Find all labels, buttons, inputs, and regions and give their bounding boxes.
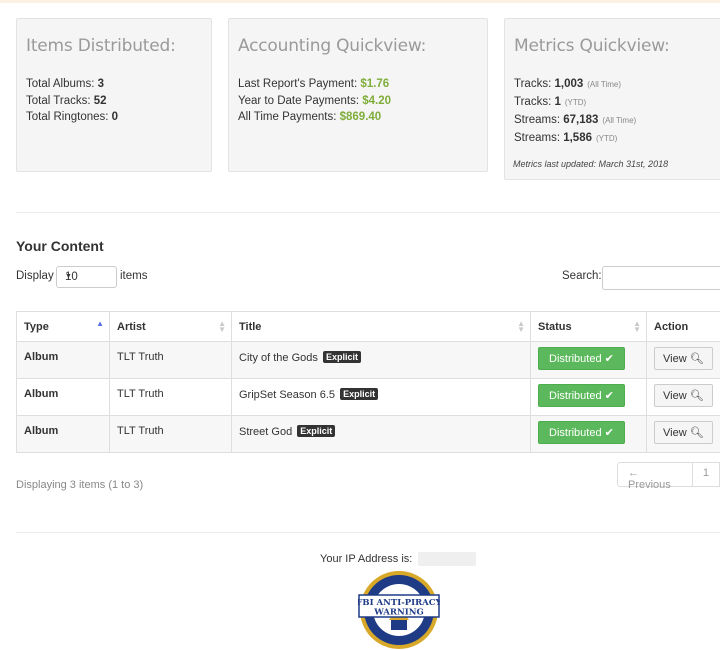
column-header-status[interactable]: Status ▲ ▼ — [530, 311, 647, 342]
panel-title: Metrics Quickview: — [514, 36, 670, 56]
metrics-quickview-panel: Metrics Quickview: Tracks: 1,003 (All Tim… — [504, 18, 720, 180]
search-label: Search: — [562, 270, 602, 282]
status-cell: Distributed ✔ — [530, 415, 647, 453]
seal-line-2: WARNING — [373, 608, 423, 618]
distributed-button[interactable]: Distributed ✔ — [538, 421, 625, 444]
sort-icon: ▲ ▼ — [517, 319, 525, 334]
accounting-quickview-panel: Accounting Quickview: Last Report's Paym… — [228, 18, 488, 172]
seal-emblem — [391, 620, 407, 630]
panel-title: Items Distributed: — [26, 36, 176, 56]
title-cell: Street God Explicit — [231, 415, 531, 453]
magnifier-icon: 🔍︎ — [689, 390, 704, 402]
check-icon: ✔ — [604, 353, 614, 365]
view-button[interactable]: View 🔍︎ — [654, 421, 713, 444]
type-cell: Album — [16, 341, 110, 379]
column-header-title[interactable]: Title ▲ ▼ — [231, 311, 531, 342]
magnifier-icon: 🔍︎ — [689, 353, 704, 365]
action-cell: View 🔍︎ — [646, 378, 720, 416]
all-time-payments-row: All Time Payments: $869.40 — [238, 111, 382, 123]
status-cell: Distributed ✔ — [530, 341, 647, 379]
ytd-payments-row: Year to Date Payments: $4.20 — [238, 95, 392, 107]
items-label: items — [120, 270, 148, 282]
check-icon: ✔ — [604, 427, 614, 439]
last-payment-row: Last Report's Payment: $1.76 — [238, 78, 390, 90]
explicit-badge: Explicit — [297, 425, 336, 437]
display-label: Display — [16, 270, 54, 282]
page-size-select[interactable]: 10 ▼ — [56, 266, 117, 288]
check-icon: ✔ — [604, 390, 614, 402]
previous-page-button[interactable]: ← Previous — [618, 463, 692, 491]
table-row: Album TLT Truth City of the Gods Explici… — [16, 341, 720, 379]
chevron-down-icon: ▼ — [65, 273, 72, 280]
type-cell: Album — [16, 378, 110, 416]
total-tracks-row: Total Tracks: 52 — [26, 95, 107, 107]
view-button[interactable]: View 🔍︎ — [654, 347, 713, 370]
explicit-badge: Explicit — [340, 388, 379, 400]
sort-icon: ▲ ▼ — [218, 319, 226, 334]
table-row: Album TLT Truth GripSet Season 6.5 Expli… — [16, 378, 720, 416]
seal-line-1: FBI ANTI-PIRACY — [358, 598, 440, 608]
table-header-row: Type ▲ Artist ▲ ▼ Title ▲ ▼ Status ▲ ▼ Action — [16, 311, 720, 342]
items-count-text: Displaying 3 items (1 to 3) — [16, 479, 144, 491]
search-input[interactable] — [602, 266, 720, 290]
column-header-artist[interactable]: Artist ▲ ▼ — [109, 311, 232, 342]
metrics-row: Tracks: 1,003 (All Time) — [514, 78, 622, 90]
view-button[interactable]: View 🔍︎ — [654, 384, 713, 407]
pagination: ← Previous 1 — [617, 462, 720, 491]
panel-title: Accounting Quickview: — [238, 36, 427, 56]
total-ringtones-row: Total Ringtones: 0 — [26, 111, 119, 123]
metrics-updated-note: Metrics last updated: March 31st, 2018 — [513, 159, 669, 169]
artist-cell: TLT Truth — [109, 415, 232, 453]
total-albums-row: Total Albums: 3 — [26, 78, 105, 90]
distributed-button[interactable]: Distributed ✔ — [538, 384, 625, 407]
ip-address-redacted — [418, 552, 476, 566]
fbi-anti-piracy-seal: FBI ANTI-PIRACY WARNING — [358, 571, 440, 649]
artist-cell: TLT Truth — [109, 341, 232, 379]
distributed-button[interactable]: Distributed ✔ — [538, 347, 625, 370]
sort-icon: ▲ ▼ — [633, 319, 641, 334]
ip-address-label: Your IP Address is: — [320, 553, 413, 565]
your-content-heading: Your Content — [16, 238, 104, 254]
divider — [16, 212, 720, 213]
type-cell: Album — [16, 415, 110, 453]
divider — [16, 532, 720, 533]
table-row: Album TLT Truth Street God Explicit Dist… — [16, 415, 720, 453]
sort-asc-icon: ▲ — [96, 319, 104, 328]
items-distributed-panel: Items Distributed: Total Albums: 3 Total… — [16, 18, 212, 172]
action-cell: View 🔍︎ — [646, 341, 720, 379]
column-header-action: Action — [646, 311, 720, 342]
metrics-row: Streams: 1,586 (YTD) — [514, 132, 618, 144]
artist-cell: TLT Truth — [109, 378, 232, 416]
top-accent-bar — [0, 0, 720, 3]
column-header-type[interactable]: Type ▲ — [16, 311, 110, 342]
status-cell: Distributed ✔ — [530, 378, 647, 416]
title-cell: City of the Gods Explicit — [231, 341, 531, 379]
magnifier-icon: 🔍︎ — [689, 427, 704, 439]
metrics-row: Streams: 67,183 (All Time) — [514, 114, 637, 126]
title-cell: GripSet Season 6.5 Explicit — [231, 378, 531, 416]
explicit-badge: Explicit — [322, 351, 361, 363]
content-table: Type ▲ Artist ▲ ▼ Title ▲ ▼ Status ▲ ▼ Action A… — [16, 311, 720, 453]
action-cell: View 🔍︎ — [646, 415, 720, 453]
metrics-row: Tracks: 1 (YTD) — [514, 96, 587, 108]
page-1-button[interactable]: 1 — [691, 463, 719, 486]
